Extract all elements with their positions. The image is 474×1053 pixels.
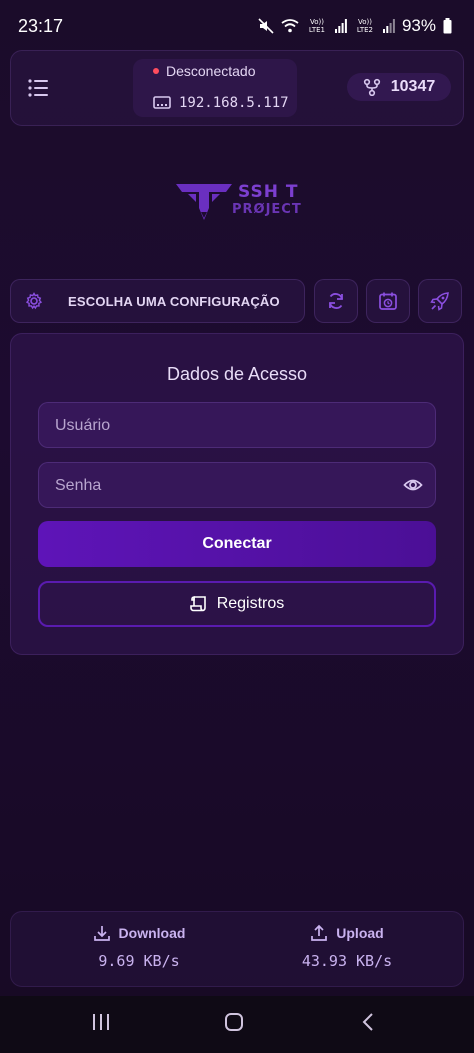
logo-text-line1: SSH T [238,182,299,202]
upload-icon [311,924,328,941]
download-icon [93,926,110,941]
connection-status-text: Desconectado [166,63,256,79]
upload-label: Upload [336,925,384,941]
download-value: 9.69 KB/s [98,952,180,970]
status-dot [153,68,159,74]
config-row: ESCOLHA UMA CONFIGURAÇÃO [10,279,464,323]
refresh-button[interactable] [314,279,358,323]
app-logo: SSH T PRØJECT [176,182,302,226]
ip-address: 192.168.5.117 [153,95,289,111]
counter-value: 10347 [390,78,436,95]
back-button[interactable] [360,1012,376,1037]
connection-info: Desconectado 192.168.5.117 [133,59,297,117]
home-icon [225,1013,243,1031]
sim2-label: Vo)) LTE2 [356,18,374,34]
eye-icon[interactable] [403,475,423,500]
signal-icon-1 [334,19,347,33]
boost-button[interactable] [418,279,462,323]
logs-label: Registros [216,595,285,612]
download-stat: Download 9.69 KB/s [39,924,239,970]
config-select-button[interactable]: ESCOLHA UMA CONFIGURAÇÃO [10,279,305,323]
back-icon [362,1013,373,1031]
status-bar: 23:17 Vo)) LTE1 Vo)) LTE2 93% [0,0,474,52]
connect-button[interactable]: Conectar [38,521,436,567]
ethernet-icon [153,96,171,109]
download-label: Download [118,925,186,941]
system-nav-bar [0,996,474,1053]
recents-button[interactable] [91,1012,111,1037]
status-time: 23:17 [18,15,64,36]
form-title: Dados de Acesso [166,364,308,384]
menu-button[interactable] [27,77,51,101]
list-icon [28,79,48,97]
battery-text: 93% [401,16,436,35]
recents-icon [93,1014,109,1030]
upload-stat: Upload 43.93 KB/s [247,924,447,970]
fork-icon [363,78,380,96]
upload-value: 43.93 KB/s [301,952,393,970]
connection-status: Desconectado [153,63,256,79]
home-button[interactable] [224,1012,244,1037]
mute-icon [258,18,274,34]
logo-text-line2: PRØJECT [232,202,302,217]
username-input[interactable] [53,403,397,449]
username-field [38,402,436,449]
wifi-icon [281,19,299,33]
rocket-icon [430,292,449,311]
connection-header: Desconectado 192.168.5.117 10347 [10,50,464,126]
sim1-label: Vo)) LTE1 [308,18,326,34]
connect-label: Conectar [202,535,272,552]
access-form: Dados de Acesso Conectar Registros [10,333,464,655]
traffic-stats: Download 9.69 KB/s Upload 43.93 KB/s [10,911,464,987]
status-icons: Vo)) LTE1 Vo)) LTE2 93% [258,16,452,36]
gear-icon [25,292,43,315]
battery-icon [443,18,452,34]
calendar-clock-icon [379,292,397,310]
logo-mark-icon [176,184,232,220]
config-label: ESCOLHA UMA CONFIGURAÇÃO [68,294,280,309]
schedule-button[interactable] [366,279,410,323]
refresh-icon [329,293,343,309]
password-field [38,462,436,509]
scroll-icon [189,596,206,612]
counter-pill: 10347 [347,73,451,101]
logs-button[interactable]: Registros [38,581,436,627]
password-input[interactable] [53,463,397,509]
signal-icon-2 [382,19,395,33]
ip-address-text: 192.168.5.117 [179,95,289,111]
